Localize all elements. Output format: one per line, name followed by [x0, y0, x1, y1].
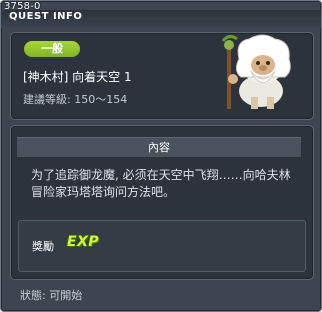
content-header: 內容	[17, 137, 301, 157]
reward-box	[18, 220, 306, 272]
window-title: QUEST INFO	[9, 11, 83, 22]
quest-name: [神木村] 向着天空 1	[23, 70, 132, 84]
npc-staff-leaf	[224, 40, 234, 50]
quest-info-window: 3758-0 QUEST INFO 一般 [神木村] 向着天空 1 建議等級: …	[0, 0, 322, 312]
npc-portrait-icon	[221, 34, 291, 109]
category-badge: 一般	[24, 41, 80, 57]
reward-label: 獎勵	[32, 240, 54, 253]
content-description: 为了追踪御龙魔, 必须在天空中飞翔……向哈夫林冒险家玛塔塔询问方法吧。	[31, 168, 291, 199]
exp-icon[interactable]: EXP	[67, 234, 99, 250]
quest-status: 狀態: 可開始	[20, 289, 83, 302]
quest-level: 建議等級: 150～154	[23, 93, 128, 106]
